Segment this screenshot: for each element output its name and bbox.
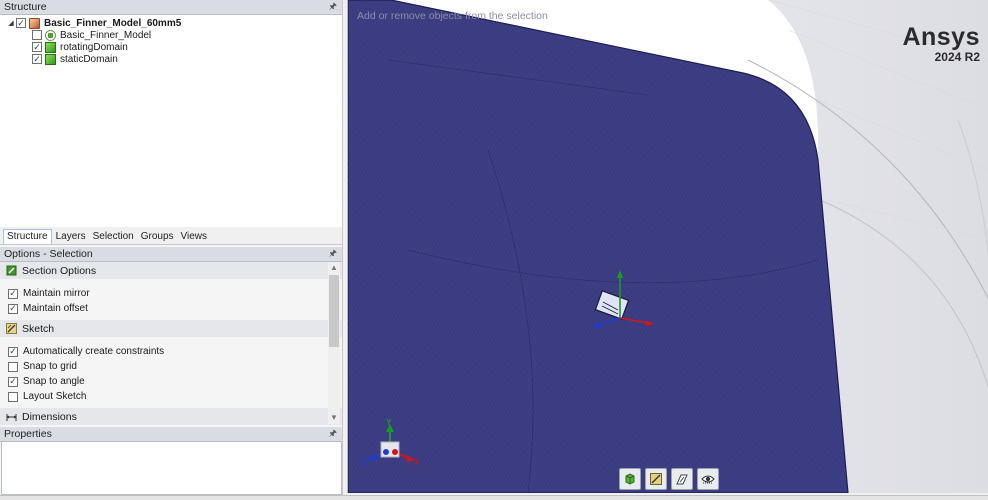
sketch-plane-button[interactable] — [645, 468, 667, 490]
display-body-icon — [625, 473, 635, 485]
display-body-button[interactable] — [619, 468, 641, 490]
visibility-checkbox[interactable] — [32, 30, 42, 40]
model-scene[interactable]: Y X Z — [348, 0, 988, 493]
collapse-icon[interactable]: ◢ — [6, 19, 16, 27]
tab-views[interactable]: Views — [178, 230, 211, 244]
options-panel-title: Options - Selection — [4, 248, 93, 260]
option-label: Layout Sketch — [23, 391, 87, 402]
section-plane-button[interactable] — [671, 468, 693, 490]
tree-item-label: rotatingDomain — [60, 41, 128, 53]
section-header-sketch[interactable]: Sketch — [0, 320, 342, 337]
viewport-toolbar — [619, 468, 719, 490]
properties-panel-title: Properties — [4, 428, 52, 440]
section-title: Section Options — [22, 264, 97, 277]
option-label: Maintain mirror — [23, 288, 90, 299]
solid-body-icon — [45, 41, 56, 53]
structure-panel-title: Structure — [4, 1, 47, 13]
option-checkbox[interactable] — [8, 361, 18, 372]
section-plane-icon — [676, 474, 688, 485]
scroll-down-icon[interactable]: ▼ — [328, 412, 340, 424]
structure-tree: ◢ Basic_Finner_Model_60mm5 Basic_Finner_… — [0, 15, 342, 227]
section-header-dimensions[interactable]: Dimensions — [0, 408, 342, 425]
section-title: Dimensions — [22, 410, 77, 423]
graphics-viewport[interactable]: Y X Z Add or remove objects from the sel… — [347, 0, 988, 493]
option-label: Snap to angle — [23, 376, 85, 387]
left-dock: Structure 🖈︎ ◢ Basic_Finner_Model_60mm5 … — [0, 0, 343, 500]
dimensions-icon — [6, 411, 17, 422]
tree-item-label: Basic_Finner_Model — [60, 29, 152, 41]
option-auto-constraints[interactable]: Automatically create constraints — [0, 344, 342, 359]
options-panel-header: Options - Selection 🖈︎ — [0, 247, 342, 262]
structure-panel-header: Structure 🖈︎ — [0, 0, 342, 15]
tab-selection[interactable]: Selection — [90, 230, 137, 244]
option-layout-sketch[interactable]: Layout Sketch — [0, 389, 342, 404]
component-icon — [45, 29, 56, 41]
pin-icon[interactable]: 🖈︎ — [329, 0, 337, 15]
option-checkbox[interactable] — [8, 303, 18, 314]
selection-hint-text: Add or remove objects from the selection — [357, 10, 548, 22]
scrollbar-thumb[interactable] — [329, 275, 339, 347]
option-label: Automatically create constraints — [23, 346, 165, 357]
tree-item-label: staticDomain — [60, 53, 118, 65]
visibility-checkbox[interactable] — [16, 18, 26, 28]
tab-layers[interactable]: Layers — [53, 230, 89, 244]
status-bar — [0, 495, 988, 500]
option-checkbox[interactable] — [8, 288, 18, 299]
view-options-button[interactable] — [697, 468, 719, 490]
option-checkbox[interactable] — [8, 391, 18, 402]
section-header-section-options[interactable]: Section Options — [0, 262, 342, 279]
option-label: Maintain offset — [23, 303, 88, 314]
sketch-icon — [6, 323, 17, 334]
ansys-logo: Ansys 2024 R2 — [902, 24, 980, 64]
option-snap-to-angle[interactable]: Snap to angle — [0, 374, 342, 389]
option-snap-to-grid[interactable]: Snap to grid — [0, 359, 342, 374]
brand-name: Ansys — [902, 23, 980, 51]
view-options-icon — [701, 475, 715, 484]
design-root-icon — [29, 17, 40, 29]
option-checkbox[interactable] — [8, 376, 18, 387]
option-label: Snap to grid — [23, 361, 77, 372]
view-triad-z-label: Z — [362, 458, 367, 467]
brand-version: 2024 R2 — [934, 50, 980, 64]
section-title: Sketch — [22, 322, 55, 335]
tree-item-label: Basic_Finner_Model_60mm5 — [44, 17, 182, 29]
tree-item-static-domain[interactable]: staticDomain — [0, 53, 342, 65]
tab-structure[interactable]: Structure — [3, 229, 52, 244]
pin-icon[interactable]: 🖈︎ — [329, 246, 337, 262]
section-options-icon — [6, 265, 17, 276]
tree-item-component[interactable]: Basic_Finner_Model — [0, 29, 342, 41]
scroll-up-icon[interactable]: ▲ — [328, 262, 340, 274]
view-triad-x-label: X — [414, 458, 420, 467]
tree-item-root[interactable]: ◢ Basic_Finner_Model_60mm5 — [0, 17, 342, 29]
tab-groups[interactable]: Groups — [138, 230, 177, 244]
tree-item-rotating-domain[interactable]: rotatingDomain — [0, 41, 342, 53]
options-scrollbar[interactable]: ▲ ▼ — [328, 262, 340, 424]
visibility-checkbox[interactable] — [32, 42, 42, 52]
sketch-plane-icon — [650, 473, 662, 485]
properties-panel-header: Properties 🖈︎ — [0, 427, 342, 442]
view-triad-y-label: Y — [386, 418, 392, 427]
option-maintain-offset[interactable]: Maintain offset — [0, 301, 342, 316]
properties-panel — [1, 441, 342, 495]
options-panel: Section Options Maintain mirror Maintain… — [0, 262, 342, 425]
pin-icon[interactable]: 🖈︎ — [329, 426, 337, 442]
option-checkbox[interactable] — [8, 346, 18, 357]
solid-body-icon — [45, 53, 56, 65]
option-maintain-mirror[interactable]: Maintain mirror — [0, 286, 342, 301]
panel-tabs: Structure Layers Selection Groups Views — [0, 227, 342, 245]
visibility-checkbox[interactable] — [32, 54, 42, 64]
